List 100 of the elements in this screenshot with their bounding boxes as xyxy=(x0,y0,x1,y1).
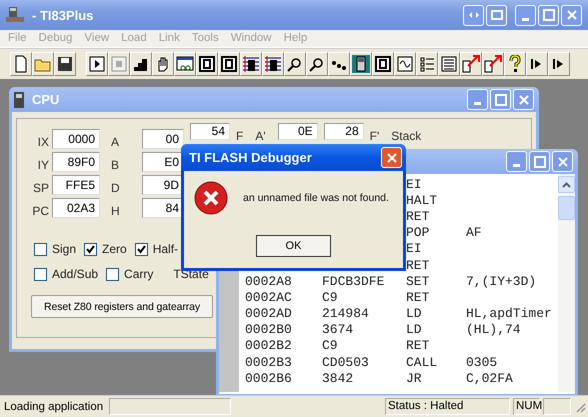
address-cell-text: 0002B3 xyxy=(245,354,293,370)
striped-glyph-icon-button[interactable] xyxy=(262,52,284,76)
register-field[interactable]: 9D xyxy=(142,175,184,195)
close-icon xyxy=(386,152,398,164)
stop-icon xyxy=(110,55,128,73)
register-label: B xyxy=(111,158,120,172)
hand-icon-button[interactable] xyxy=(152,52,174,76)
operand-cell: 0305 xyxy=(466,354,498,370)
register-label: H xyxy=(111,204,121,218)
framed-glyph-icon-button[interactable] xyxy=(196,52,218,76)
operand-cell: AF xyxy=(466,225,482,240)
resize-grip-icon xyxy=(574,400,586,412)
maximize-icon xyxy=(494,94,506,106)
register-field[interactable]: FFE5 xyxy=(52,175,100,195)
close-button[interactable] xyxy=(561,4,582,26)
register-field[interactable]: E0 xyxy=(142,152,184,172)
save-icon-button[interactable] xyxy=(54,52,76,76)
register-label: D xyxy=(111,181,121,195)
register-field[interactable]: 00 xyxy=(142,129,184,149)
search-icon-button[interactable] xyxy=(306,52,328,76)
address-cell-text: 0002A8 xyxy=(245,274,293,289)
mnemonic-cell-text: CALL xyxy=(406,354,438,370)
scroll-thumb[interactable] xyxy=(558,196,575,220)
operand-cell: C,02FA xyxy=(466,370,513,386)
step-icon-button[interactable] xyxy=(548,52,570,76)
checkbox[interactable] xyxy=(106,268,120,280)
scroll-up-button[interactable] xyxy=(558,176,575,193)
framed-glyph-icon xyxy=(374,55,392,73)
register-field[interactable]: 84 xyxy=(142,198,184,218)
register-field[interactable]: 0E xyxy=(278,123,318,140)
calculator-icon-button[interactable] xyxy=(350,52,372,76)
checkbox[interactable] xyxy=(134,242,148,256)
framed-glyph-icon-button[interactable] xyxy=(218,52,240,76)
register-label: A xyxy=(111,135,120,149)
step-icon-button[interactable] xyxy=(526,52,548,76)
striped-glyph-icon xyxy=(264,55,282,73)
address-cell-text: 0002B2 xyxy=(245,338,293,354)
status-panel xyxy=(543,398,571,415)
arrows-icon xyxy=(468,9,480,21)
mnemonic-cell-text: RET xyxy=(406,338,430,354)
open-folder-icon-button[interactable] xyxy=(32,52,54,76)
mnemonic-cell-text: EI xyxy=(406,241,423,256)
restore-button[interactable] xyxy=(486,4,507,26)
address-cell-text: 0002AC xyxy=(245,290,293,305)
list-icon-button[interactable] xyxy=(438,52,460,76)
framed-glyph-icon-button[interactable] xyxy=(372,52,394,76)
wave-icon xyxy=(396,55,414,73)
caret-icon xyxy=(562,182,571,188)
dots-icon-button[interactable] xyxy=(328,52,350,76)
mnemonic-cell-text: EI xyxy=(406,176,423,192)
status-text: Status : Halted xyxy=(385,398,510,415)
error-message: an unnamed file was not found. xyxy=(243,192,389,204)
register-label: SP xyxy=(32,181,49,195)
stairs-icon-button[interactable] xyxy=(130,52,152,76)
striped-glyph-icon-button[interactable] xyxy=(240,52,262,76)
close-icon xyxy=(556,156,568,168)
minimize-button[interactable] xyxy=(515,4,536,26)
register-field[interactable]: 54 xyxy=(190,123,230,140)
question-icon-button[interactable] xyxy=(504,52,526,76)
window-title: - TI83Plus xyxy=(32,8,94,22)
calculator-icon xyxy=(352,55,370,73)
mnemonic-cell-text: LD xyxy=(406,322,423,338)
num-lock-indicator: NUM xyxy=(513,398,540,415)
save-icon xyxy=(56,55,74,73)
scrollbar[interactable] xyxy=(558,174,575,392)
new-file-icon-button[interactable] xyxy=(10,52,32,76)
opcode-cell-text: C9 xyxy=(322,338,339,354)
calculator-icon xyxy=(6,6,24,24)
register-label: PC xyxy=(31,204,49,218)
register-label: IX xyxy=(36,135,49,149)
close-icon xyxy=(566,9,578,21)
window-icon xyxy=(176,55,194,73)
maximize-icon xyxy=(542,9,554,21)
resize-button[interactable] xyxy=(463,4,484,26)
minimize-icon xyxy=(522,18,529,20)
maximize-button[interactable] xyxy=(538,4,559,26)
striped-glyph-icon xyxy=(242,55,260,73)
mnemonic-cell-text: POP xyxy=(406,225,430,240)
mnemonic-cell-text: RET xyxy=(406,258,430,273)
checkbox[interactable] xyxy=(34,268,47,280)
checkbox[interactable] xyxy=(34,242,47,256)
register-field[interactable]: 89F0 xyxy=(52,152,100,172)
play-icon-button[interactable] xyxy=(86,52,108,76)
checkbox-label: Carry xyxy=(124,267,154,281)
checkbox-label: Sign xyxy=(52,242,76,256)
ok-button[interactable]: OK xyxy=(256,235,331,257)
register-field[interactable]: 28 xyxy=(324,123,364,140)
search-icon-button[interactable] xyxy=(284,52,306,76)
register-field[interactable]: 02A3 xyxy=(52,198,100,218)
close-button[interactable] xyxy=(381,147,402,168)
mnemonic-cell-text: JR xyxy=(406,370,423,386)
window-icon-button[interactable] xyxy=(174,52,196,76)
opcode-cell-text: 3842 xyxy=(322,370,354,386)
register-field[interactable]: 0000 xyxy=(52,129,100,149)
checkbox[interactable] xyxy=(84,242,98,256)
minimize-icon xyxy=(513,164,520,167)
address-cell-text: 0002AD xyxy=(245,306,293,322)
error-icon xyxy=(194,181,228,215)
wave-icon-button[interactable] xyxy=(394,52,416,76)
reset-button[interactable]: Reset Z80 registers and gatearray xyxy=(31,295,213,318)
